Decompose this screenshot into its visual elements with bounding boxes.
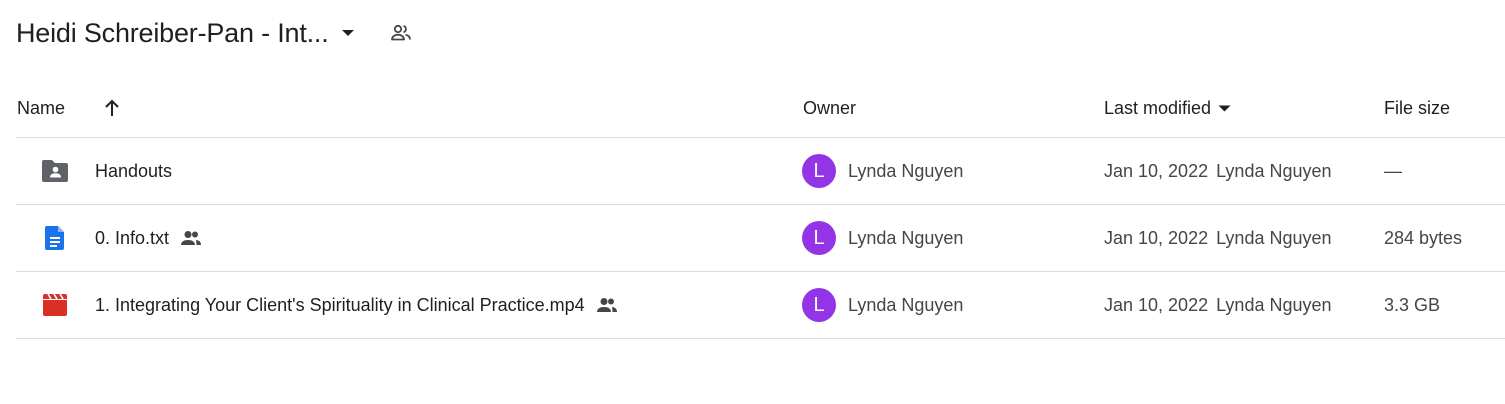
table-row[interactable]: 0. Info.txt L Lynda Nguyen Jan 10, 2022 …	[16, 205, 1505, 272]
owner-cell: L Lynda Nguyen	[802, 138, 963, 204]
people-outline-icon[interactable]	[389, 21, 413, 45]
file-size: 3.3 GB	[1384, 294, 1441, 315]
last-modified-cell: Jan 10, 2022 Lynda Nguyen	[1104, 272, 1332, 338]
people-icon	[179, 226, 203, 250]
arrow-drop-down-icon	[1217, 102, 1231, 116]
modified-by: Lynda Nguyen	[1216, 294, 1332, 315]
video-file-icon	[40, 272, 70, 338]
table-row[interactable]: 1. Integrating Your Client's Spiritualit…	[16, 272, 1505, 339]
column-header-last-modified[interactable]: Last modified	[1104, 80, 1231, 137]
folder-title: Heidi Schreiber-Pan - Int...	[16, 17, 329, 48]
file-size-cell: —	[1384, 138, 1402, 204]
file-name: Handouts	[95, 138, 172, 204]
file-size: 284 bytes	[1384, 227, 1463, 248]
avatar[interactable]: L	[802, 288, 836, 322]
file-size-cell: 284 bytes	[1384, 205, 1462, 271]
column-header-name[interactable]: Name	[17, 80, 65, 137]
folder-header: Heidi Schreiber-Pan - Int...	[16, 12, 413, 54]
file-name-label: Handouts	[95, 160, 173, 181]
table-row[interactable]: Handouts L Lynda Nguyen Jan 10, 2022 Lyn…	[16, 138, 1505, 205]
avatar[interactable]: L	[802, 154, 836, 188]
column-header-file-size[interactable]: File size	[1384, 80, 1450, 137]
file-name: 0. Info.txt	[95, 205, 203, 271]
column-file-size-label: File size	[1384, 98, 1451, 118]
last-modified-cell: Jan 10, 2022 Lynda Nguyen	[1104, 138, 1332, 204]
drive-folder-view: Heidi Schreiber-Pan - Int... Name Owner …	[0, 0, 1505, 404]
file-size: —	[1384, 160, 1402, 181]
file-name-label: 1. Integrating Your Client's Spiritualit…	[95, 294, 585, 315]
table-header: Name Owner Last modified File size	[16, 80, 1505, 138]
avatar[interactable]: L	[802, 221, 836, 255]
folder-title-dropdown[interactable]: Heidi Schreiber-Pan - Int...	[16, 18, 355, 49]
file-size-cell: 3.3 GB	[1384, 272, 1440, 338]
shared-folder-icon	[40, 138, 70, 204]
arrow-drop-down-icon	[341, 26, 355, 40]
file-name-label: 0. Info.txt	[95, 227, 170, 248]
modified-by: Lynda Nguyen	[1216, 227, 1332, 248]
column-last-modified-label: Last modified	[1104, 98, 1212, 118]
column-header-owner[interactable]: Owner	[803, 80, 856, 137]
people-icon	[595, 293, 619, 317]
text-document-icon	[40, 205, 70, 271]
owner-name: Lynda Nguyen	[848, 160, 964, 181]
arrow-up-icon[interactable]	[101, 97, 123, 119]
owner-cell: L Lynda Nguyen	[802, 205, 963, 271]
last-modified-cell: Jan 10, 2022 Lynda Nguyen	[1104, 205, 1332, 271]
modified-date: Jan 10, 2022	[1104, 294, 1209, 315]
column-name-label: Name	[17, 98, 66, 118]
file-name: 1. Integrating Your Client's Spiritualit…	[95, 272, 619, 338]
modified-date: Jan 10, 2022	[1104, 160, 1209, 181]
file-list-table: Name Owner Last modified File size Hando…	[16, 80, 1505, 339]
owner-cell: L Lynda Nguyen	[802, 272, 963, 338]
modified-date: Jan 10, 2022	[1104, 227, 1209, 248]
column-owner-label: Owner	[803, 98, 857, 118]
owner-name: Lynda Nguyen	[848, 294, 964, 315]
modified-by: Lynda Nguyen	[1216, 160, 1332, 181]
owner-name: Lynda Nguyen	[848, 227, 964, 248]
